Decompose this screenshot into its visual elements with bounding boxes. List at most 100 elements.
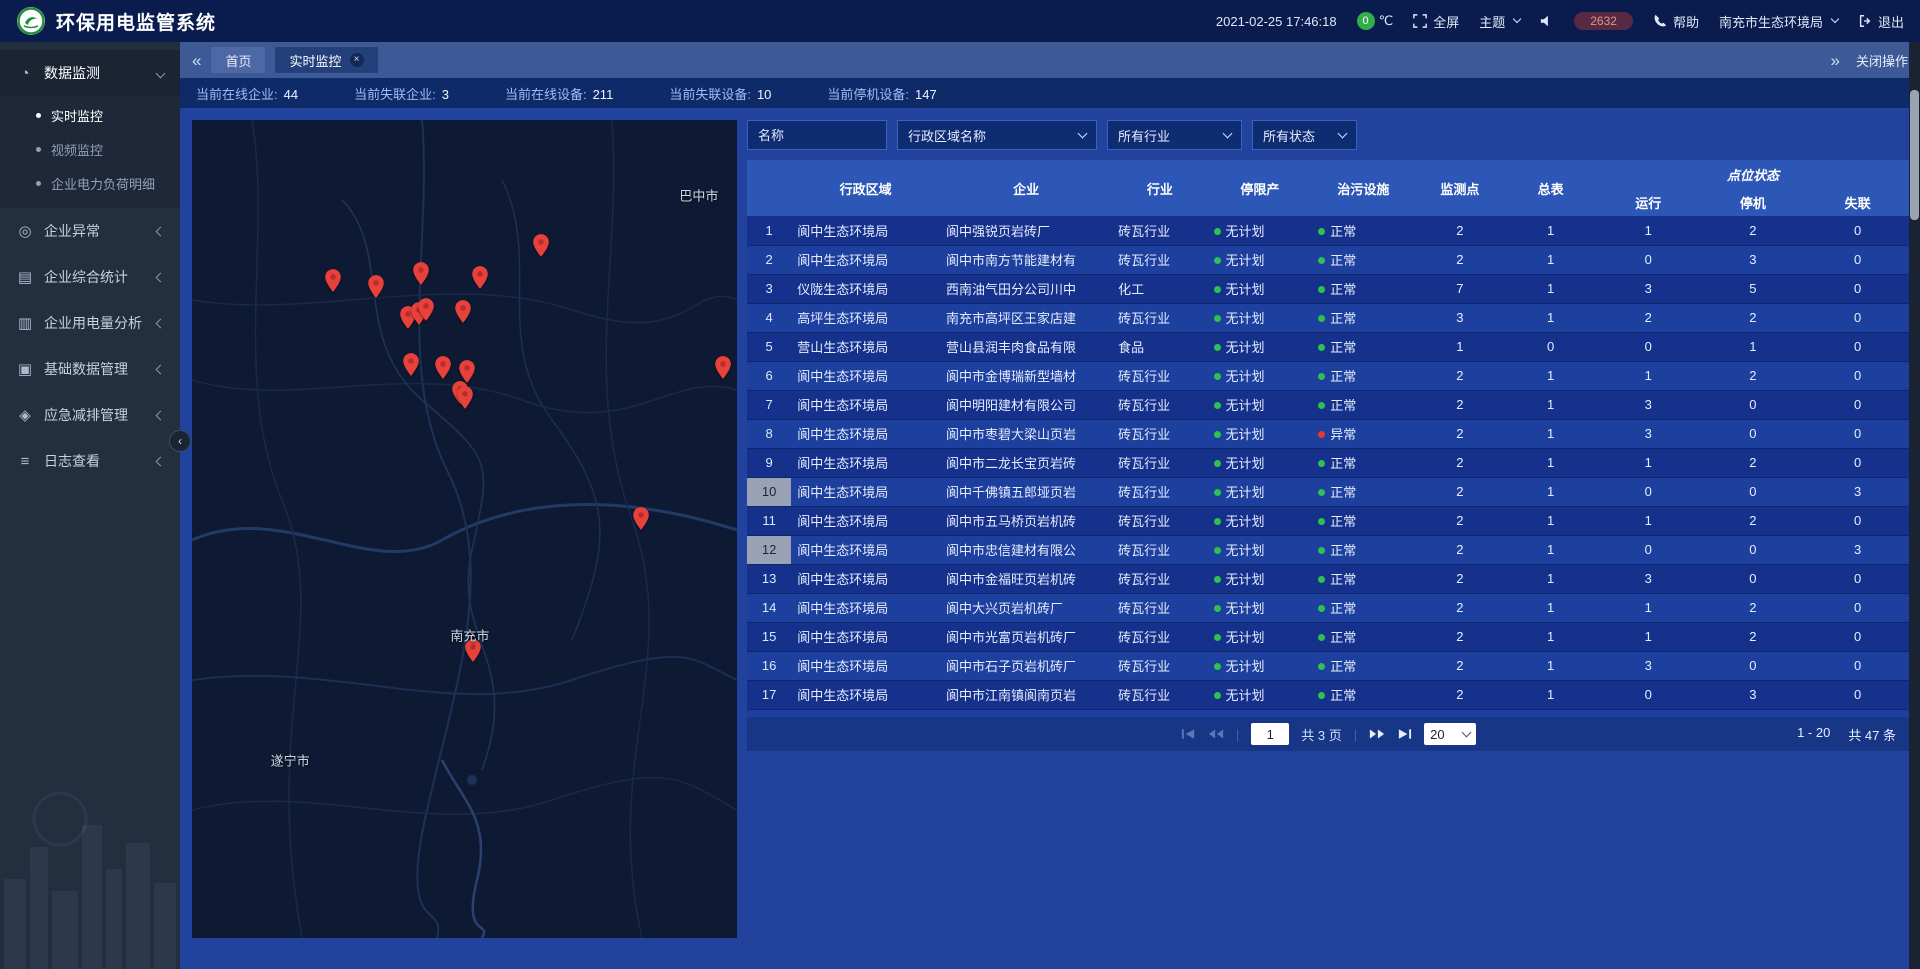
map-pin[interactable] <box>454 300 471 323</box>
table-row[interactable]: 5营山生态环境局营山县润丰肉食品有限食品无计划正常10010 <box>747 332 1910 361</box>
map-pin[interactable] <box>403 353 420 376</box>
page-size-select[interactable]: 20 <box>1424 723 1476 745</box>
fullscreen-button[interactable]: 全屏 <box>1413 12 1459 31</box>
col-header-running: 运行 <box>1596 188 1701 216</box>
sidebar-item-power-analysis[interactable]: ▥ 企业用电量分析 <box>0 300 180 346</box>
sidebar-item-base-data[interactable]: ▣ 基础数据管理 <box>0 346 180 392</box>
cell-num: 4 <box>747 303 791 332</box>
sidebar-item-realtime-monitor[interactable]: 实时监控 <box>0 98 180 132</box>
table-row[interactable]: 11阆中生态环境局阆中市五马桥页岩机砖砖瓦行业无计划正常21120 <box>747 506 1910 535</box>
cell-region: 阆中生态环境局 <box>791 477 940 506</box>
cell-num: 7 <box>747 390 791 419</box>
map-city-label: 巴中市 <box>679 186 718 205</box>
sidebar-item-log-view[interactable]: ≡ 日志查看 <box>0 438 180 484</box>
sidebar-item-enterprise-abnormal[interactable]: ◎ 企业异常 <box>0 208 180 254</box>
table-row[interactable]: 2阆中生态环境局阆中市南方节能建材有砖瓦行业无计划正常21030 <box>747 245 1910 274</box>
table-row[interactable]: 8阆中生态环境局阆中市枣碧大梁山页岩砖瓦行业无计划异常21300 <box>747 419 1910 448</box>
pagination-info: 1 - 20 共 47 条 <box>1797 725 1896 744</box>
sidebar-item-data-monitoring[interactable]: ◔ 数据监测 <box>0 50 180 96</box>
status-ok-dot-icon <box>1214 460 1221 467</box>
map-pin[interactable] <box>715 356 732 379</box>
logout-button[interactable]: 退出 <box>1858 12 1904 31</box>
help-button[interactable]: 帮助 <box>1653 12 1699 31</box>
close-operations-button[interactable]: 关闭操作 <box>1856 51 1908 70</box>
cell-facility: 正常 <box>1312 303 1414 332</box>
sidebar-item-video-monitor[interactable]: 视频监控 <box>0 132 180 166</box>
col-header-facility: 治污设施 <box>1312 160 1414 216</box>
prev-page-button[interactable] <box>1208 728 1224 740</box>
tab-home[interactable]: 首页 <box>211 47 265 73</box>
table-row[interactable]: 12阆中生态环境局阆中市忠信建材有限公砖瓦行业无计划正常21003 <box>747 535 1910 564</box>
sidebar-collapse-button[interactable]: ‹ <box>169 430 191 452</box>
status-ok-dot-icon <box>1318 663 1325 670</box>
cell-stopped: 2 <box>1701 506 1806 535</box>
table-row[interactable]: 3仪陇生态环境局西南油气田分公司川中化工无计划正常71350 <box>747 274 1910 303</box>
industry-filter-select[interactable]: 所有行业 <box>1107 120 1242 150</box>
table-row[interactable]: 14阆中生态环境局阆中大兴页岩机砖厂砖瓦行业无计划正常21120 <box>747 593 1910 622</box>
cell-running: 0 <box>1596 709 1701 717</box>
tabs-scroll-right-button[interactable]: » <box>1831 52 1840 69</box>
table-row[interactable]: 10阆中生态环境局阆中千佛镇五郎垭页岩砖瓦行业无计划正常21003 <box>747 477 1910 506</box>
status-ok-dot-icon <box>1318 460 1325 467</box>
table-row[interactable]: 18南部生态环境局南部县页岩机砖厂有限砖瓦行业无计划正常21030 <box>747 709 1910 717</box>
org-dropdown[interactable]: 南充市生态环境局 <box>1719 12 1838 31</box>
map-pin[interactable] <box>417 298 434 321</box>
table-row[interactable]: 1阆中生态环境局阆中强锐页岩砖厂砖瓦行业无计划正常21120 <box>747 216 1910 245</box>
cell-company: 阆中市五马桥页岩机砖 <box>940 506 1112 535</box>
cell-lost: 0 <box>1805 564 1910 593</box>
mute-button[interactable] <box>1540 14 1554 28</box>
cell-limit: 无计划 <box>1208 448 1313 477</box>
first-page-button[interactable] <box>1181 728 1196 740</box>
col-header-lost: 失联 <box>1805 188 1910 216</box>
tabs-scroll-left-button[interactable]: « <box>192 52 201 69</box>
table-row[interactable]: 4高坪生态环境局南充市高坪区王家店建砖瓦行业无计划正常31220 <box>747 303 1910 332</box>
status-ok-dot-icon <box>1214 547 1221 554</box>
tab-realtime-monitor[interactable]: 实时监控 × <box>275 47 377 73</box>
sidebar-item-enterprise-stats[interactable]: ▤ 企业综合统计 <box>0 254 180 300</box>
notification-count-badge[interactable]: 2632 <box>1574 12 1633 30</box>
chevron-left-icon <box>156 272 166 282</box>
map-pin[interactable] <box>412 262 429 285</box>
map-pin[interactable] <box>435 356 452 379</box>
sidebar-item-emergency-reduction[interactable]: ◈ 应急减排管理 <box>0 392 180 438</box>
table-row[interactable]: 7阆中生态环境局阆中明阳建材有限公司砖瓦行业无计划正常21300 <box>747 390 1910 419</box>
map-pin[interactable] <box>471 266 488 289</box>
page-number-input[interactable] <box>1251 723 1289 745</box>
sidebar-item-label: 企业异常 <box>44 221 100 241</box>
table-row[interactable]: 16阆中生态环境局阆中市石子页岩机砖厂砖瓦行业无计划正常21300 <box>747 651 1910 680</box>
table-row[interactable]: 13阆中生态环境局阆中市金福旺页岩机砖砖瓦行业无计划正常21300 <box>747 564 1910 593</box>
table-row[interactable]: 17阆中生态环境局阆中市江南镇阆南页岩砖瓦行业无计划正常21030 <box>747 680 1910 709</box>
cell-running: 3 <box>1596 564 1701 593</box>
tab-bar: « 首页 实时监控 × » 关闭操作 <box>180 42 1920 78</box>
chevron-down-icon <box>1513 15 1521 23</box>
cell-meter: 1 <box>1505 651 1596 680</box>
map[interactable]: 巴中市南充市遂宁市 <box>192 120 737 938</box>
tab-close-icon[interactable]: × <box>350 53 364 67</box>
cell-limit: 无计划 <box>1208 216 1313 245</box>
map-pin[interactable] <box>633 507 650 530</box>
theme-dropdown[interactable]: 主题 <box>1479 12 1520 31</box>
map-pin[interactable] <box>368 275 385 298</box>
cell-stopped: 0 <box>1701 477 1806 506</box>
col-header-status-group: 点位状态 <box>1596 160 1910 188</box>
sidebar-item-power-load-detail[interactable]: 企业电力负荷明细 <box>0 166 180 200</box>
table-row[interactable]: 9阆中生态环境局阆中市二龙长宝页岩砖砖瓦行业无计划正常21120 <box>747 448 1910 477</box>
region-filter-select[interactable]: 行政区域名称 <box>897 120 1097 150</box>
map-pin[interactable] <box>457 386 474 409</box>
cell-limit: 无计划 <box>1208 245 1313 274</box>
map-pin[interactable] <box>532 234 549 257</box>
page-scrollbar[interactable] <box>1909 42 1920 969</box>
chevron-left-icon <box>156 226 166 236</box>
chevron-down-icon <box>1223 128 1233 138</box>
next-page-button[interactable] <box>1369 728 1385 740</box>
table-row[interactable]: 15阆中生态环境局阆中市光富页岩机砖厂砖瓦行业无计划正常21120 <box>747 622 1910 651</box>
map-pin[interactable] <box>325 269 342 292</box>
cell-running: 0 <box>1596 535 1701 564</box>
name-filter-input[interactable] <box>747 120 887 150</box>
filter-bar: 行政区域名称 所有行业 所有状态 <box>747 120 1910 150</box>
status-filter-select[interactable]: 所有状态 <box>1252 120 1357 150</box>
cell-company: 阆中市南方节能建材有 <box>940 245 1112 274</box>
table-row[interactable]: 6阆中生态环境局阆中市金博瑞新型墙材砖瓦行业无计划正常21120 <box>747 361 1910 390</box>
last-page-button[interactable] <box>1397 728 1412 740</box>
scrollbar-thumb[interactable] <box>1910 90 1919 220</box>
